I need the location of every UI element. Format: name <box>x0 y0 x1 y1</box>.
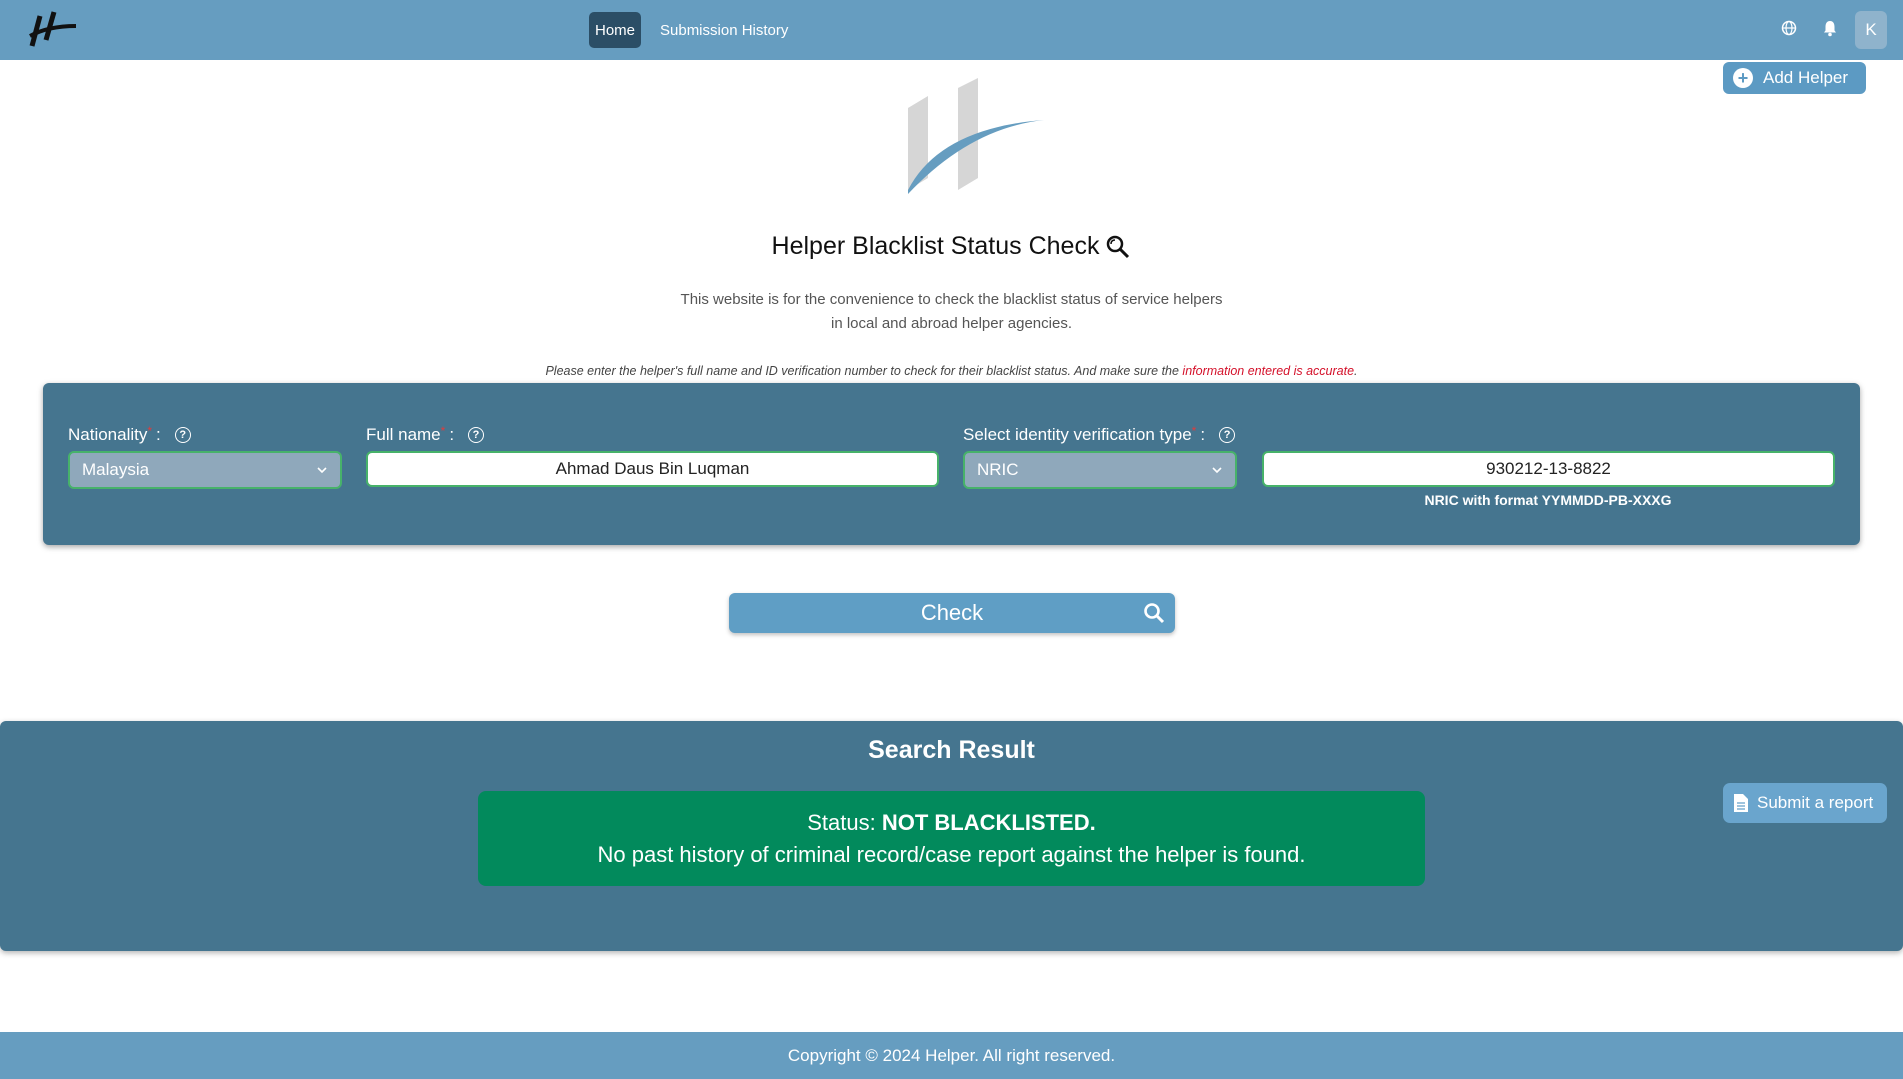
note-text: Please enter the helper's full name and … <box>545 364 1183 378</box>
description-line-2: in local and abroad helper agencies. <box>830 315 1072 332</box>
label-colon: : <box>156 425 161 444</box>
plus-circle-icon: + <box>1733 68 1753 88</box>
id-number-input[interactable]: 930212-13-8822 <box>1262 451 1835 487</box>
brand-logo-icon[interactable] <box>26 10 78 50</box>
status-box: Status: NOT BLACKLISTED. No past history… <box>478 791 1425 886</box>
status-line: Status: NOT BLACKLISTED. <box>478 807 1425 839</box>
page: Home Submission History K + Add Helper H… <box>0 0 1903 1079</box>
nationality-value: Malaysia <box>82 460 150 479</box>
status-detail: No past history of criminal record/case … <box>597 842 1306 867</box>
nav-home[interactable]: Home <box>589 12 641 48</box>
fullname-label-text: Full name <box>366 425 441 444</box>
page-title: Helper Blacklist Status Check <box>0 232 1903 261</box>
description-line-1: This website is for the convenience to c… <box>680 291 1223 308</box>
id-type-value: NRIC <box>977 460 1019 479</box>
magnifier-icon <box>1107 235 1130 258</box>
chevron-down-icon <box>317 467 327 474</box>
required-mark: * <box>440 424 446 438</box>
top-navbar: Home Submission History K <box>0 0 1903 60</box>
search-icon <box>1144 603 1165 624</box>
fullname-label: Full name *: ? <box>366 424 485 445</box>
nationality-label-text: Nationality <box>68 425 148 444</box>
note-warning: information entered is accurate <box>1182 364 1355 378</box>
nationality-label: Nationality *: ? <box>68 424 191 445</box>
fullname-input[interactable]: Ahmad Daus Bin Luqman <box>366 451 939 487</box>
required-mark: * <box>1191 424 1197 438</box>
brand-logo-large <box>908 78 1044 194</box>
required-mark: * <box>147 424 153 438</box>
instruction-note: Please enter the helper's full name and … <box>0 364 1903 378</box>
id-type-select[interactable]: NRIC <box>963 451 1237 489</box>
id-type-label: Select identity verification type *: ? <box>963 424 1236 445</box>
submit-report-label: Submit a report <box>1757 793 1874 812</box>
note-end: . <box>1354 364 1358 378</box>
check-button[interactable]: Check <box>729 593 1175 633</box>
submit-report-button[interactable]: Submit a report <box>1723 783 1887 823</box>
page-description: This website is for the convenience to c… <box>0 288 1903 336</box>
footer: Copyright © 2024 Helper. All right reser… <box>0 1032 1903 1079</box>
chevron-down-icon <box>1212 467 1222 474</box>
user-avatar[interactable]: K <box>1855 11 1887 49</box>
nav-submission-history[interactable]: Submission History <box>660 12 788 48</box>
search-result-title: Search Result <box>868 736 1035 764</box>
document-icon <box>1734 794 1748 812</box>
add-helper-label: Add Helper <box>1763 68 1849 87</box>
status-value: NOT BLACKLISTED. <box>881 810 1096 835</box>
globe-icon[interactable] <box>1781 20 1797 36</box>
nationality-select[interactable]: Malaysia <box>68 451 342 489</box>
help-icon[interactable]: ? <box>468 427 485 443</box>
help-icon[interactable]: ? <box>174 427 191 443</box>
bell-icon[interactable] <box>1822 19 1838 37</box>
id-format-hint: NRIC with format YYMMDD-PB-XXXG <box>1424 492 1672 508</box>
copyright-text: Copyright © 2024 Helper. All right reser… <box>787 1045 1116 1065</box>
status-prefix: Status: <box>807 810 882 835</box>
help-icon[interactable]: ? <box>1219 427 1236 443</box>
id-type-label-text: Select identity verification type <box>963 425 1192 444</box>
check-button-label: Check <box>920 600 984 625</box>
page-title-text: Helper Blacklist Status Check <box>771 232 1100 260</box>
label-colon: : <box>1200 425 1206 444</box>
label-colon: : <box>449 425 455 444</box>
add-helper-button[interactable]: + Add Helper <box>1723 62 1866 94</box>
